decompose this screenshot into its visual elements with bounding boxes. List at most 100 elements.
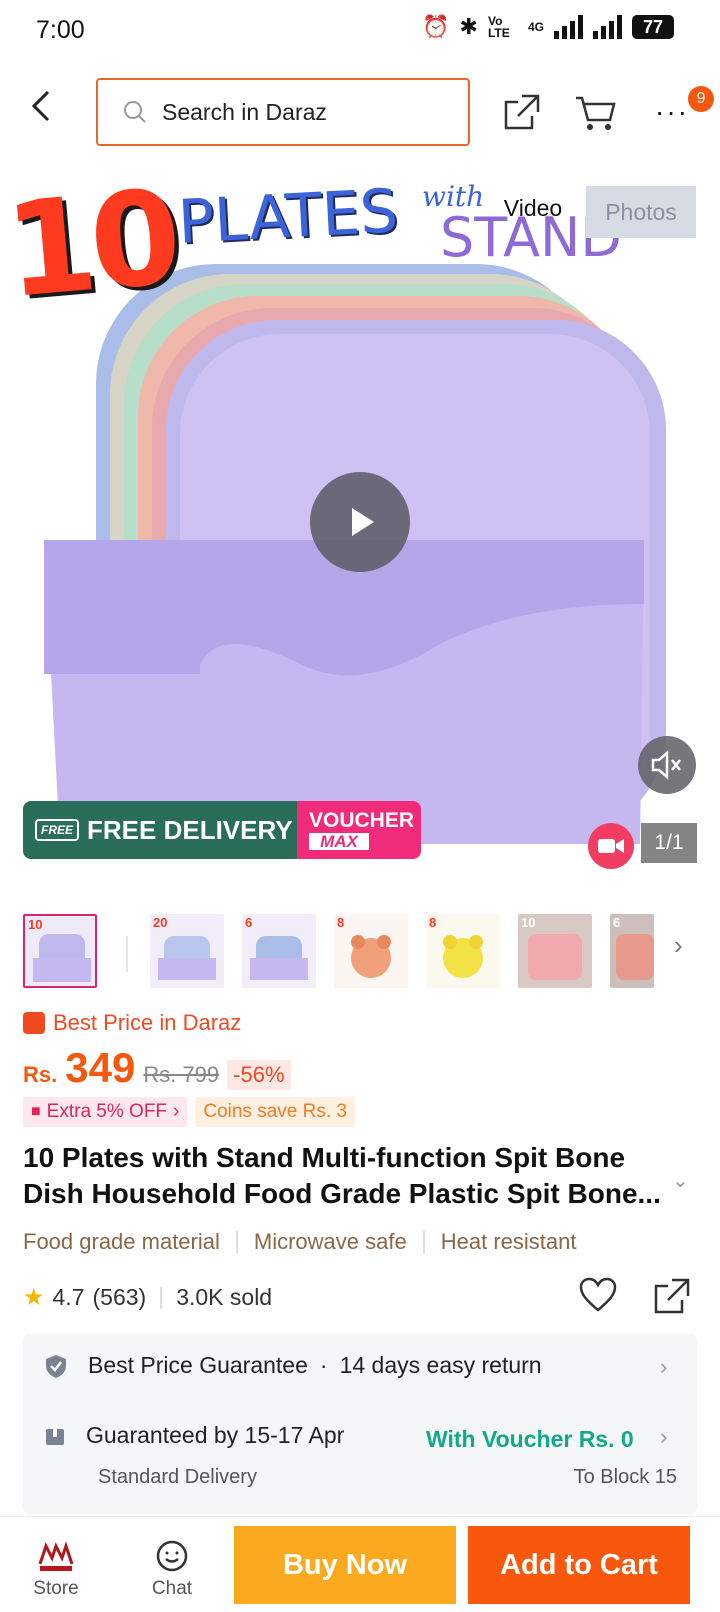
share-icon [654, 1278, 690, 1314]
tab-video[interactable]: Video [494, 182, 572, 234]
hero-plates-text: PLATES [176, 176, 400, 258]
status-time: 7:00 [36, 16, 85, 44]
mute-button[interactable] [638, 736, 696, 794]
thumbnail-label: 20 [153, 915, 168, 930]
thumbnail-label: 8 [429, 915, 437, 930]
sold-count: 3.0K sold [176, 1284, 273, 1310]
delivery-voucher-label[interactable]: With Voucher Rs. 0 [426, 1426, 634, 1453]
thumbnail-image [250, 936, 308, 980]
speaker-muted-icon [651, 750, 681, 780]
delivery-location-label: To Block 15 [573, 1466, 677, 1488]
best-price-tag: Best Price in Daraz [23, 1010, 241, 1036]
feature-tag: Heat resistant [440, 1229, 577, 1254]
thumbnail[interactable]: 20 [150, 914, 224, 988]
dot-separator: · [319, 1352, 328, 1378]
signal-icon [554, 15, 583, 39]
thumbnail-label: 6 [613, 915, 621, 930]
feature-tag: Food grade material [23, 1229, 220, 1254]
guarantee-row[interactable]: Best Price Guarantee · 14 days easy retu… [44, 1352, 542, 1379]
video-indicator[interactable] [588, 823, 634, 869]
best-price-icon [23, 1012, 45, 1034]
thumbnail[interactable]: 6 [242, 914, 316, 988]
guarantee-label: Best Price Guarantee [88, 1352, 308, 1378]
coupon-icon: ■ [31, 1103, 41, 1120]
discount-badge: -56% [227, 1060, 291, 1090]
heart-icon [579, 1277, 617, 1312]
thumbnail-label: 8 [337, 915, 345, 930]
shield-check-icon [46, 1354, 66, 1378]
chat-label: Chat [151, 1578, 193, 1599]
status-bar: 7:00 ⏰ ✱ Vo LTE 4G 77 [0, 0, 720, 64]
share-icon [504, 94, 540, 130]
offer-chips: ■ Extra 5% OFF › Coins save Rs. 3 [23, 1097, 355, 1127]
returns-label: 14 days easy return [339, 1352, 542, 1378]
more-icon: ··· [655, 96, 689, 127]
promo-banner: FREE FREE DELIVERY VOUCHER MAX [23, 801, 421, 859]
search-placeholder: Search in Daraz [162, 98, 327, 125]
thumbnail[interactable]: 10 [23, 914, 97, 988]
tab-photos[interactable]: Photos [586, 186, 696, 238]
thumbnail-divider [126, 936, 128, 972]
back-arrow-icon [31, 90, 50, 122]
thumbnail-strip: 10 20 6 8 8 10 6 [0, 908, 720, 992]
play-button[interactable] [310, 472, 410, 572]
price-value: 349 [65, 1044, 136, 1091]
chat-icon [156, 1540, 188, 1572]
rating-row[interactable]: ★ 4.7 (563) 3.0K sold [23, 1283, 272, 1312]
store-button[interactable]: Store [16, 1540, 96, 1600]
search-input[interactable]: Search in Daraz [96, 78, 470, 146]
store-label: Store [33, 1578, 79, 1599]
free-delivery-tag: FREE FREE DELIVERY [23, 801, 297, 859]
share-button[interactable] [496, 86, 548, 138]
hero-number-text: 10 [0, 160, 182, 328]
product-title: 10 Plates with Stand Multi-function Spit… [23, 1142, 661, 1209]
thumbnail-next-chevron-icon[interactable]: › [674, 930, 683, 961]
wishlist-button[interactable] [578, 1276, 618, 1319]
delivery-date-label: Guaranteed by 15-17 Apr [86, 1422, 345, 1448]
video-camera-icon [598, 839, 624, 853]
thumbnail-image [443, 935, 483, 978]
best-price-label: Best Price in Daraz [53, 1010, 242, 1035]
review-count: (563) [92, 1284, 147, 1310]
back-button[interactable] [26, 86, 70, 138]
chat-button[interactable]: Chat [132, 1540, 212, 1600]
notification-badge: 9 [688, 86, 714, 112]
thumbnail-label: 6 [245, 915, 253, 930]
voucher-max-tag: VOUCHER MAX [297, 801, 421, 859]
status-icons: ⏰ ✱ Vo LTE 4G 77 [422, 14, 674, 40]
voucher-label: VOUCHER [309, 809, 415, 832]
chevron-right-icon[interactable]: › [660, 1424, 667, 1450]
truck-icon: FREE [35, 819, 80, 841]
bluetooth-icon: ✱ [459, 14, 478, 39]
extra-off-chip[interactable]: ■ Extra 5% OFF › [23, 1097, 188, 1127]
search-icon [124, 101, 146, 123]
delivery-row[interactable]: Guaranteed by 15-17 Apr [44, 1422, 344, 1449]
add-to-cart-button[interactable]: Add to Cart [468, 1526, 690, 1604]
thumbnail[interactable]: 8 [426, 914, 500, 988]
free-delivery-label: FREE DELIVERY [87, 814, 293, 845]
chevron-right-icon[interactable]: › [660, 1354, 667, 1380]
voucher-max-label: MAX [309, 833, 369, 850]
image-counter: 1/1 [641, 823, 697, 863]
thumbnail[interactable]: 8 [334, 914, 408, 988]
buy-now-button[interactable]: Buy Now [234, 1526, 456, 1604]
volte-label: Vo LTE [487, 14, 510, 40]
original-price: Rs. 799 [143, 1062, 220, 1087]
cart-button[interactable] [570, 86, 622, 138]
signal-icon-2 [593, 15, 622, 39]
coins-label: Coins save Rs. 3 [203, 1101, 347, 1122]
extra-off-label: Extra 5% OFF [46, 1101, 168, 1122]
thumbnail[interactable]: 6 [610, 914, 654, 988]
feature-tags: Food grade material Microwave safe Heat … [23, 1229, 576, 1255]
store-logo-icon [38, 1541, 74, 1571]
expand-title-chevron-icon[interactable]: ⌄ [672, 1168, 689, 1193]
share-product-button[interactable] [652, 1276, 692, 1321]
thumbnail-label: 10 [521, 915, 536, 930]
feature-divider [235, 1231, 238, 1253]
thumbnail-label: 10 [28, 917, 43, 932]
feature-tag: Microwave safe [253, 1229, 407, 1254]
battery-icon: 77 [632, 15, 674, 39]
net-type-label: 4G [527, 20, 544, 34]
thumbnail[interactable]: 10 [518, 914, 592, 988]
rating-divider [160, 1286, 163, 1309]
